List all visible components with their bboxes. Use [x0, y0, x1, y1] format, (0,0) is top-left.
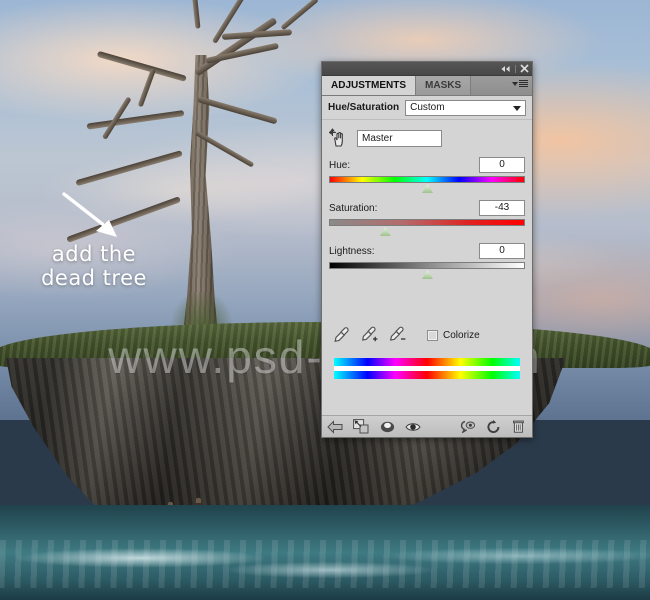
tree-branch — [197, 96, 278, 125]
on-image-adjustment-hand-icon[interactable] — [328, 128, 349, 148]
slider-group-lightness: Lightness: 0 — [329, 243, 525, 279]
panel-body: Master Hue: 0 Saturation: -43 Lightness:… — [322, 120, 532, 379]
panel-footer — [322, 415, 532, 437]
eyedropper-icon[interactable] — [333, 326, 351, 344]
tree-branch — [75, 150, 183, 187]
hue-label: Hue: — [329, 159, 351, 171]
dead-tree — [0, 0, 340, 360]
slider-group-saturation: Saturation: -43 — [329, 200, 525, 236]
panel-menu-triangle — [512, 81, 518, 86]
channel-dropdown-value: Master — [362, 132, 393, 144]
channel-dropdown[interactable]: Master — [357, 129, 442, 147]
saturation-track — [329, 219, 525, 226]
preview-toggle-icon[interactable] — [454, 416, 480, 438]
colorize-label: Colorize — [443, 329, 480, 341]
panel-titlebar — [322, 62, 532, 76]
panel-tab-bar: ADJUSTMENTS MASKS — [322, 76, 532, 96]
tab-adjustments-label: ADJUSTMENTS — [331, 80, 407, 91]
tree-branch — [96, 50, 187, 82]
panel-menu-lines — [519, 80, 528, 87]
reset-icon[interactable] — [480, 416, 506, 438]
hue-track — [329, 176, 525, 183]
tree-branch — [66, 196, 182, 243]
tree-branch — [137, 68, 157, 108]
tree-branch — [280, 0, 319, 31]
adjustment-title: Hue/Saturation — [328, 102, 400, 113]
hue-slider[interactable] — [329, 176, 525, 193]
lightness-slider-thumb[interactable] — [422, 270, 433, 279]
tree-branch — [221, 29, 293, 40]
double-chevron-left-icon[interactable] — [500, 65, 511, 73]
panel-menu-icon[interactable] — [512, 80, 528, 87]
eye-visibility-icon[interactable] — [400, 416, 426, 438]
adjustments-panel[interactable]: ADJUSTMENTS MASKS Hue/Saturation Custom — [321, 61, 533, 438]
tree-branch — [86, 110, 185, 130]
spectrum-bar-top — [334, 358, 520, 366]
tab-masks-label: MASKS — [425, 80, 462, 91]
tools-row: Colorize — [329, 320, 525, 344]
tab-adjustments[interactable]: ADJUSTMENTS — [322, 76, 417, 95]
colorize-checkbox[interactable]: Colorize — [427, 329, 480, 341]
saturation-slider-thumb[interactable] — [379, 227, 391, 236]
hue-value-input[interactable]: 0 — [479, 157, 525, 173]
preset-dropdown-value: Custom — [410, 102, 445, 113]
eyedropper-plus-icon[interactable] — [361, 326, 379, 344]
spectrum-bar-bottom — [334, 371, 520, 379]
panel-spacer — [329, 286, 525, 320]
clip-to-layer-icon[interactable] — [348, 416, 374, 438]
lightness-value-input[interactable]: 0 — [479, 243, 525, 259]
hue-spectrum-bars — [329, 344, 525, 379]
saturation-value-input[interactable]: -43 — [479, 200, 525, 216]
preset-dropdown[interactable]: Custom — [405, 99, 526, 116]
tree-branch — [191, 0, 201, 29]
titlebar-divider — [515, 64, 516, 73]
lightness-slider[interactable] — [329, 262, 525, 279]
saturation-slider[interactable] — [329, 219, 525, 236]
delete-trash-icon[interactable] — [506, 416, 532, 438]
back-arrow-icon[interactable] — [322, 416, 348, 438]
slider-group-hue: Hue: 0 — [329, 157, 525, 193]
chevron-down-icon — [513, 105, 521, 111]
tab-masks[interactable]: MASKS — [416, 76, 472, 95]
colorize-checkbox-box — [427, 329, 438, 341]
lightness-track — [329, 262, 525, 269]
preset-row: Hue/Saturation Custom — [322, 96, 532, 120]
adjustment-circle-icon[interactable] — [374, 416, 400, 438]
eyedropper-minus-icon[interactable] — [389, 326, 407, 344]
saturation-label: Saturation: — [329, 202, 378, 214]
channel-row: Master — [328, 128, 525, 148]
ocean-foam — [0, 540, 650, 588]
lightness-label: Lightness: — [329, 245, 375, 257]
hue-slider-thumb[interactable] — [422, 184, 433, 193]
close-icon[interactable] — [520, 64, 529, 73]
